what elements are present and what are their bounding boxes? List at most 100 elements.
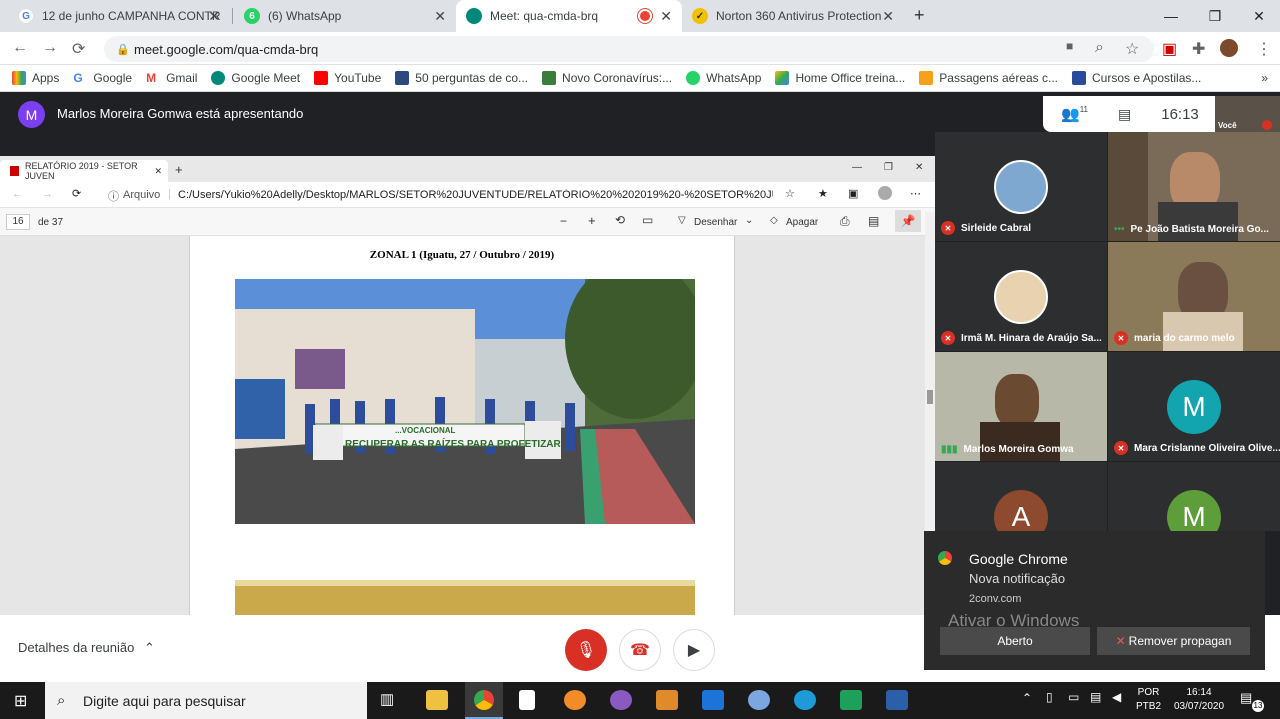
bookmark-google[interactable]: G Google (73, 71, 132, 85)
participant-tile[interactable]: ✕ Sirleide Cabral (935, 132, 1107, 241)
extensions-icon[interactable]: ✚ (1192, 39, 1205, 59)
profile-icon (878, 186, 892, 200)
eraser-icon: ◇ (770, 215, 778, 226)
forward-button[interactable]: → (42, 39, 58, 57)
pin-icon: 📌 (895, 210, 921, 232)
windows-start-icon[interactable]: ⊞ (14, 691, 27, 711)
star-icon: ☆ (785, 188, 795, 200)
close-icon[interactable]: ✕ (660, 8, 672, 25)
whatsapp-icon (686, 71, 701, 85)
bookmark-whatsapp[interactable]: WhatsApp (686, 71, 761, 85)
new-tab-button[interactable]: + (914, 5, 925, 26)
camera-icon[interactable]: ■ (1066, 39, 1073, 53)
taskbar-search[interactable]: ⌕ Digite aqui para pesquisar (45, 682, 367, 719)
pdf-toolbar: 16 de 37 − + ⟲ ▭ ▽ Desenhar ⌄ ◇ Apagar ⎙… (0, 208, 935, 236)
bookmark-perguntas[interactable]: 50 perguntas de co... (395, 71, 528, 85)
participant-tile[interactable]: ▮▮▮ Marlos Moreira Gomwa (935, 352, 1107, 461)
profile-avatar[interactable] (1220, 39, 1238, 57)
meet-icon (211, 71, 226, 85)
participant-tile[interactable]: A (935, 462, 1107, 531)
info-icon: ⓘ (108, 191, 119, 203)
participant-tile[interactable]: M (1108, 462, 1280, 531)
bookmark-meet[interactable]: Google Meet (211, 71, 300, 85)
window-close-button[interactable]: ✕ (1236, 0, 1280, 32)
notification-badge: 13 (1252, 700, 1264, 712)
tab-campanha[interactable]: G 12 de junho CAMPANHA CONTR ✕ (8, 0, 230, 32)
chrome-alt-icon[interactable] (748, 690, 770, 710)
media-icon[interactable] (656, 690, 678, 710)
action-center-icon[interactable]: ▤ (1240, 690, 1252, 706)
mic-off-icon: ✕ (1114, 331, 1128, 345)
notif-app: Google Chrome (969, 551, 1068, 567)
mic-off-icon: ✕ (1114, 441, 1128, 455)
norton-ext-icon[interactable]: ▣ (1162, 39, 1177, 59)
task-view-icon[interactable]: ▥ (380, 690, 394, 708)
participant-tile[interactable]: ✕ maria do carmo melo (1108, 242, 1280, 351)
usb-icon[interactable]: ▯ (1046, 690, 1053, 704)
language-indicator[interactable]: POR PTB2 (1136, 686, 1161, 714)
file-explorer-icon[interactable] (426, 690, 448, 710)
self-video[interactable]: Você (1215, 96, 1280, 132)
speaking-icon: ▮▮▮ (941, 444, 958, 455)
recording-icon (640, 11, 650, 21)
camera-toggle-button[interactable]: ▶ (673, 629, 715, 671)
scroll-thumb (927, 390, 933, 404)
mic-toggle-button[interactable]: 🎙 (565, 629, 607, 671)
edge-icon[interactable] (794, 690, 816, 710)
event-photo: RECUPERAR AS RAÍZES PARA PROFETIZAR ...V… (235, 279, 695, 524)
app-icon[interactable] (610, 690, 632, 710)
bookmark-gmail[interactable]: M Gmail (146, 71, 197, 85)
remove-button[interactable]: ✕ Remover propagan (1097, 627, 1250, 655)
url-text: meet.google.com/qua-cmda-brq (134, 41, 319, 57)
page-icon (1072, 71, 1086, 85)
chevron-up-icon: ⌃ (143, 640, 155, 655)
maximize-button[interactable]: ❐ (1192, 0, 1238, 32)
people-icon[interactable]: 👥 (1061, 105, 1080, 123)
open-button[interactable]: Aberto (940, 627, 1090, 655)
participant-tile[interactable]: ✕ Irmã M. Hinara de Araújo Sa... (935, 242, 1107, 351)
word-icon[interactable] (886, 690, 908, 710)
norton-icon: ✓ (692, 8, 708, 24)
network-icon[interactable]: ▤ (1090, 690, 1101, 704)
bookmark-cursos[interactable]: Cursos e Apostilas... (1072, 71, 1201, 85)
bookmark-youtube[interactable]: YouTube (314, 71, 381, 85)
minimize-button[interactable]: — (1148, 0, 1194, 32)
menu-icon[interactable]: ⋮ (1256, 39, 1272, 59)
volume-icon[interactable]: ◀ (1112, 690, 1121, 704)
participant-avatar (994, 270, 1048, 324)
tab-norton[interactable]: ✓ Norton 360 Antivirus Protection ✕ (682, 0, 904, 32)
mail-icon[interactable] (702, 690, 724, 710)
speaking-icon: ••• (1114, 224, 1125, 235)
avast-icon[interactable] (564, 690, 586, 710)
back-button[interactable]: ← (12, 39, 28, 57)
taskbar-clock[interactable]: 16:14 03/07/2020 (1170, 686, 1228, 714)
close-icon[interactable]: ✕ (208, 8, 220, 25)
chevron-up-icon[interactable]: ⌃ (1022, 691, 1032, 705)
bookmark-apps[interactable]: Apps (12, 71, 59, 85)
participant-tile[interactable]: ••• Pe João Batista Moreira Go... (1108, 132, 1280, 241)
zoom-icon[interactable]: ⌕ (1095, 39, 1104, 57)
bookmark-passagens[interactable]: Passagens aéreas c... (919, 71, 1058, 85)
chat-icon[interactable]: ▤ (1118, 106, 1131, 123)
close-icon: ✕ (154, 165, 162, 176)
star-icon[interactable]: ☆ (1125, 39, 1139, 59)
tab-meet[interactable]: Meet: qua-cmda-brq ✕ (456, 0, 682, 32)
windows-notification[interactable]: Google Chrome Nova notificação 2conv.com… (924, 531, 1265, 670)
close-icon[interactable]: ✕ (434, 8, 446, 25)
utorrent-icon[interactable] (840, 690, 862, 710)
close-icon[interactable]: ✕ (882, 8, 894, 25)
battery-icon[interactable]: ▭ (1068, 690, 1079, 704)
leave-call-button[interactable]: ☎ (619, 629, 661, 671)
meeting-details-button[interactable]: Detalhes da reunião ⌃ (18, 640, 155, 656)
bookmark-homeoffice[interactable]: Home Office treina... (775, 71, 905, 85)
reload-button[interactable]: ⟳ (72, 39, 85, 59)
google-g-icon: G (73, 71, 83, 85)
bookmark-coronavirus[interactable]: Novo Coronavírus:... (542, 71, 672, 85)
taskbar-chrome[interactable] (465, 682, 503, 719)
participant-tile[interactable]: M ✕ Mara Crislanne Oliveira Olive... (1108, 352, 1280, 461)
address-bar[interactable]: 🔒 meet.google.com/qua-cmda-brq (104, 36, 1154, 62)
more-bookmarks-icon[interactable]: » (1261, 71, 1268, 85)
notepad-icon[interactable] (519, 690, 535, 710)
tab-whatsapp[interactable]: 6 (6) WhatsApp ✕ (234, 0, 456, 32)
page-total: de 37 (38, 217, 64, 228)
